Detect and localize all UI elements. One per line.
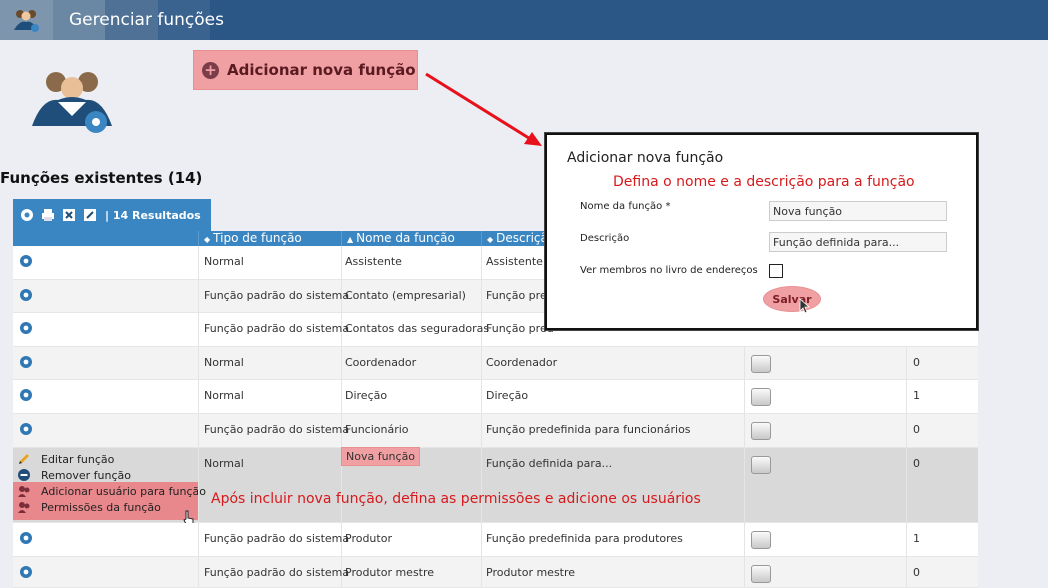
gear-icon[interactable] [19, 355, 33, 369]
cell-tipo: Função padrão do sistema [204, 289, 350, 302]
annotation-permissions: Após incluir nova função, defina as perm… [211, 491, 701, 507]
cell-tipo: Normal [204, 356, 244, 369]
cell-nome: Nova função [341, 447, 421, 466]
gear-icon[interactable] [19, 321, 33, 335]
cell-descricao: Produtor mestre [486, 566, 576, 579]
gear-icon[interactable] [19, 422, 33, 436]
table-toolbar: | 14 Resultados [13, 199, 211, 231]
table-row[interactable]: Função padrão do sistema Produtor mestre… [13, 557, 978, 588]
cell-nome: Contatos das seguradoras [345, 322, 490, 335]
remove-function-menu-item[interactable]: Remover função [17, 468, 131, 482]
top-bar: Gerenciar funções [0, 0, 1048, 40]
column-header-tipo[interactable]: ◆ Tipo de função [198, 231, 341, 246]
address-book-checkbox[interactable] [751, 565, 771, 583]
excel-export-icon[interactable] [61, 207, 77, 223]
cell-tipo: Função padrão do sistema [204, 566, 350, 579]
address-book-checkbox[interactable] [751, 355, 771, 373]
permissions-menu-item[interactable]: Permissões da função [17, 500, 161, 514]
description-field[interactable]: Função definida para... [769, 232, 947, 252]
description-field-label: Descrição [580, 233, 630, 244]
name-field[interactable]: Nova função [769, 201, 947, 221]
users-icon [18, 486, 30, 497]
add-function-label: Adicionar nova função [227, 61, 416, 79]
cell-descricao: Assistente [486, 255, 543, 268]
table-row[interactable]: Normal Coordenador Coordenador 0 [13, 347, 978, 380]
cell-tipo: Função padrão do sistema [204, 532, 350, 545]
results-count: | 14 Resultados [105, 208, 201, 222]
sort-asc-icon: ▲ [347, 235, 354, 244]
new-function-highlight: Nova função [341, 447, 421, 466]
cell-nome: Coordenador [345, 356, 417, 369]
members-checkbox-label: Ver membros no livro de endereços [580, 265, 758, 276]
cell-tipo: Função padrão do sistema [204, 423, 350, 436]
cell-membros: 1 [913, 532, 920, 545]
table-row[interactable]: Função padrão do sistema Funcionário Fun… [13, 414, 978, 448]
cell-membros: 0 [913, 457, 920, 470]
gear-icon[interactable] [19, 531, 33, 545]
cell-descricao: Função predefinida para produtores [486, 532, 683, 545]
address-book-checkbox[interactable] [751, 456, 771, 474]
page-title: Gerenciar funções [69, 10, 224, 30]
members-checkbox[interactable] [769, 264, 783, 278]
name-field-label: Nome da função * [580, 201, 671, 212]
print-icon[interactable] [40, 207, 56, 223]
gear-icon[interactable] [19, 254, 33, 268]
gear-icon[interactable] [19, 288, 33, 302]
address-book-checkbox[interactable] [751, 422, 771, 440]
filter-settings-icon[interactable] [19, 207, 35, 223]
cell-tipo: Normal [204, 457, 244, 470]
cell-nome: Direção [345, 389, 388, 402]
cell-nome: Produtor [345, 532, 392, 545]
cell-descricao: Função pred [486, 322, 554, 335]
gear-icon[interactable] [19, 388, 33, 402]
cell-membros: 1 [913, 389, 920, 402]
table-row-selected[interactable]: Editar função Remover função Adicionar u… [13, 447, 978, 523]
plus-circle-icon: + [202, 61, 219, 79]
sort-icon: ◆ [487, 235, 494, 244]
dialog-title: Adicionar nova função [567, 150, 724, 166]
cell-membros: 0 [913, 356, 920, 369]
annotation-dialog-hint: Defina o nome e a descrição para a funçã… [613, 174, 915, 190]
minus-circle-icon [18, 469, 30, 481]
annotation-arrow-icon [425, 72, 542, 146]
cell-tipo: Normal [204, 255, 244, 268]
csv-export-icon[interactable] [82, 207, 98, 223]
users-gear-icon [32, 72, 112, 133]
add-function-button[interactable]: + Adicionar nova função [193, 50, 418, 90]
cell-nome: Contato (empresarial) [345, 289, 466, 302]
address-book-checkbox[interactable] [751, 531, 771, 549]
pencil-icon [19, 454, 29, 464]
pointer-cursor-icon [799, 298, 811, 314]
table-row[interactable]: Normal Direção Direção 1 [13, 380, 978, 414]
gear-icon[interactable] [19, 565, 33, 579]
cell-descricao: Coordenador [486, 356, 558, 369]
cell-descricao: Função predefinida para funcionários [486, 423, 691, 436]
add-user-menu-item[interactable]: Adicionar usuário para função [17, 484, 206, 498]
cell-descricao: Direção [486, 389, 529, 402]
users-key-icon [18, 502, 30, 513]
cell-membros: 0 [913, 566, 920, 579]
sort-icon: ◆ [204, 235, 211, 244]
column-header-nome[interactable]: ▲ Nome da função [341, 231, 481, 246]
cell-membros: 0 [913, 423, 920, 436]
edit-function-menu-item[interactable]: Editar função [17, 452, 114, 466]
cell-descricao: Função pred [486, 289, 554, 302]
save-button[interactable]: Salvar [763, 286, 821, 312]
section-title: Funções existentes (14) [0, 169, 203, 187]
table-row[interactable]: Função padrão do sistema Produtor Função… [13, 523, 978, 557]
cell-nome: Produtor mestre [345, 566, 435, 579]
cell-tipo: Função padrão do sistema [204, 322, 350, 335]
cell-nome: Funcionário [345, 423, 409, 436]
cell-tipo: Normal [204, 389, 244, 402]
users-gear-icon[interactable] [10, 6, 42, 34]
address-book-checkbox[interactable] [751, 388, 771, 406]
add-function-dialog: Adicionar nova função Defina o nome e a … [545, 133, 978, 330]
cell-nome: Assistente [345, 255, 402, 268]
cell-descricao: Função definida para... [486, 457, 613, 470]
